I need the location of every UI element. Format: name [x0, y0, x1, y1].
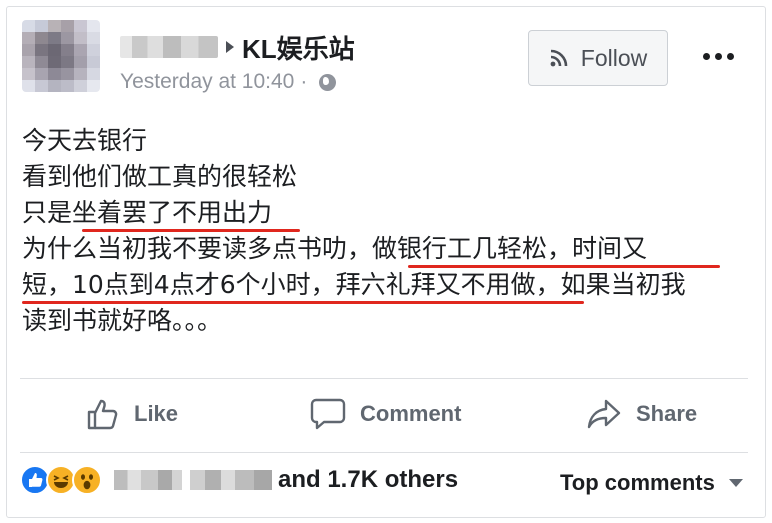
- top-comments-dropdown[interactable]: Top comments: [560, 470, 743, 496]
- reactions-others-count: and 1.7K others: [278, 466, 459, 493]
- share-arrow-icon: [587, 399, 621, 429]
- globe-icon[interactable]: [319, 73, 337, 91]
- underline-2: [408, 265, 720, 268]
- page-name-link[interactable]: KL娱乐站: [242, 29, 355, 66]
- comment-bubble-icon: [310, 398, 346, 430]
- post-timestamp[interactable]: Yesterday at 10:40: [120, 70, 294, 94]
- reactions-summary[interactable]: and 1.7K others: [20, 465, 458, 495]
- actions-top-divider: [20, 378, 748, 379]
- blurred-reactor-names[interactable]: [114, 470, 272, 490]
- follow-button[interactable]: Follow: [528, 30, 668, 86]
- post-line-2: 看到他们做工真的很轻松: [22, 162, 298, 191]
- more-options-icon[interactable]: [703, 46, 739, 66]
- wow-reaction-icon: [72, 465, 102, 495]
- follow-label: Follow: [580, 44, 648, 71]
- rss-follow-icon: [550, 49, 568, 67]
- post-line-6: 读到书就好咯。。。: [22, 306, 223, 335]
- underline-1: [82, 229, 300, 232]
- post-header-name-row: KL娱乐站: [120, 30, 355, 64]
- avatar[interactable]: [22, 20, 100, 92]
- share-button[interactable]: Share: [586, 388, 697, 440]
- blurred-user-name[interactable]: [120, 36, 218, 58]
- thumbs-up-icon: [87, 399, 118, 430]
- like-label: Like: [134, 401, 179, 426]
- post-line-3: 只是坐着罢了不用出力: [22, 198, 273, 227]
- post-line-5: 短，10点到4点才6个小时，拜六礼拜又不用做，如果当初我: [22, 270, 686, 299]
- post-line-4: 为什么当初我不要读多点书叻，做银行工几轻松，时间又: [22, 234, 648, 263]
- meta-separator: ·: [300, 70, 308, 93]
- share-label: Share: [636, 401, 698, 426]
- shared-to-arrow-icon: [226, 41, 234, 53]
- post-meta: Yesterday at 10:40 ·: [120, 70, 337, 94]
- comment-button[interactable]: Comment: [310, 388, 461, 440]
- post-line-1: 今天去银行: [22, 126, 148, 155]
- underline-3: [22, 301, 584, 304]
- top-comments-label: Top comments: [560, 470, 715, 495]
- like-button[interactable]: Like: [86, 388, 178, 440]
- reactions-top-divider: [20, 452, 748, 453]
- caret-down-icon: [728, 479, 743, 487]
- comment-label: Comment: [360, 401, 462, 426]
